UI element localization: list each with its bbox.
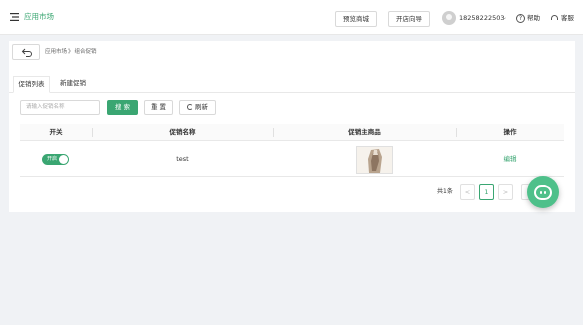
reset-button[interactable]: 重 置: [144, 100, 173, 115]
back-arrow-icon: [21, 48, 32, 57]
help-label: 帮助: [527, 14, 540, 22]
chat-eye: [544, 191, 546, 194]
column-header-switch: 开关: [49, 128, 63, 136]
refresh-button[interactable]: 刷新: [179, 100, 216, 115]
switch-label: 开启: [47, 156, 58, 162]
headset-icon: [551, 14, 558, 20]
app-title: 应用市场: [24, 12, 54, 21]
avatar[interactable]: [442, 11, 456, 25]
tab-bar: 促销列表 新建促销: [9, 74, 575, 93]
promotion-name: test: [176, 155, 189, 163]
menu-icon[interactable]: [10, 13, 19, 21]
chat-face: [534, 185, 552, 200]
edit-link[interactable]: 编辑: [456, 142, 564, 177]
customer-service-link[interactable]: 客服: [550, 12, 574, 24]
help-link[interactable]: ? 帮助: [516, 12, 540, 24]
tab-promotion-list[interactable]: 促销列表: [13, 76, 50, 93]
column-header-name: 促销名称: [169, 128, 196, 136]
breadcrumb-root[interactable]: 应用市场: [45, 49, 67, 55]
switch-knob: [59, 155, 68, 164]
chat-robot-icon[interactable]: [527, 176, 559, 208]
chat-eye: [540, 191, 542, 194]
column-header-action: 操作: [503, 128, 517, 136]
pagination-prev-button[interactable]: <: [460, 184, 475, 200]
breadcrumb-current: 组合促销: [74, 49, 97, 55]
breadcrumb-separator: 》: [68, 49, 74, 55]
preview-mall-button[interactable]: 预览商城: [335, 11, 377, 27]
promotion-name-input[interactable]: 请输入促销名称: [20, 100, 100, 115]
tab-new-promotion[interactable]: 新建促销: [53, 76, 93, 93]
top-bar: 应用市场 预览商城 开店向导 18258222503 ⌄ ? 帮助 客服: [0, 0, 583, 35]
breadcrumb: 应用市场》组合促销: [45, 48, 97, 56]
back-button[interactable]: [12, 44, 40, 60]
account-phone[interactable]: 18258222503: [459, 13, 505, 23]
pagination-page-1[interactable]: 1: [479, 184, 494, 200]
service-label: 客服: [561, 14, 574, 22]
main-panel: 应用市场》组合促销 促销列表 新建促销 请输入促销名称 搜 索 重 置 刷新 开…: [9, 41, 575, 212]
pagination-total: 共1条: [437, 188, 453, 195]
store-guide-button[interactable]: 开店向导: [388, 11, 430, 27]
search-button[interactable]: 搜 索: [107, 100, 138, 115]
table-row: 开启 test 编辑: [20, 142, 564, 177]
promotion-switch[interactable]: 开启: [42, 154, 69, 165]
pagination-next-button[interactable]: >: [498, 184, 513, 200]
refresh-icon: [187, 104, 193, 110]
chevron-down-icon[interactable]: ⌄: [502, 13, 507, 23]
product-thumbnail: [356, 146, 393, 174]
refresh-label: 刷新: [195, 103, 208, 111]
help-circle-icon: ?: [516, 13, 525, 23]
table-header: 开关 促销名称 促销主商品 操作: [20, 124, 564, 141]
column-header-product: 促销主商品: [348, 128, 381, 136]
